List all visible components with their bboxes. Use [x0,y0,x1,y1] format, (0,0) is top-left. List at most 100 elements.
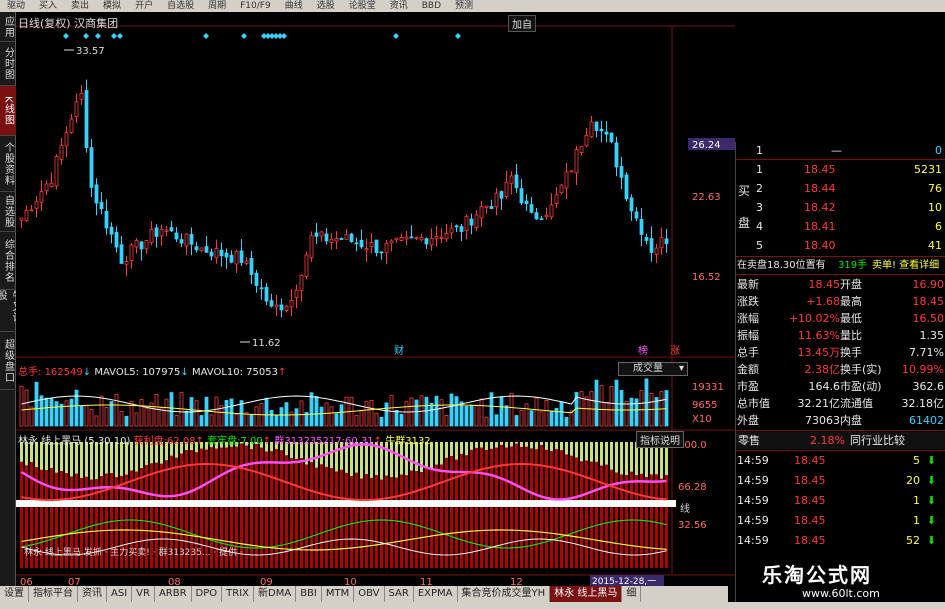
chevron-down-icon: ▾ [678,363,684,374]
buy-row-4[interactable]: 4 18.41 6 [736,218,945,235]
tick-time: 14:59 [737,514,769,527]
buy-level: 5 [756,239,763,252]
volume-indicator-select[interactable]: 成交量 ▾ [618,362,688,376]
buy-price: 18.41 [804,220,836,233]
stat-value-left: 32.21亿 [797,397,841,410]
group-label: 群313235217: [274,436,345,447]
buy-row-1[interactable]: 1 18.45 5231 [736,161,945,178]
indicator-tab-6[interactable]: DPO [192,586,223,602]
indicator-tab-3[interactable]: ASI [107,586,133,602]
indicator-help-button[interactable]: 指标说明 [636,431,684,448]
stat-label-right: 换手(实) [840,363,882,376]
locked-value: 7.00 [240,436,263,447]
low-price-label: 11.62 [252,338,281,349]
menu-item-5[interactable]: 自选股 [160,0,201,12]
menu-item-10[interactable]: 论股堂 [342,0,383,12]
sell-level: 1 [756,144,763,157]
indicator-tab-4[interactable]: VR [132,586,155,602]
indicator-name: 林永 线上黑马 [18,436,82,447]
indicator-tab-1[interactable]: 指标平台 [29,586,78,602]
stat-label-right: 流通值 [840,397,873,410]
sidebar-item-2[interactable]: K线图 [0,86,16,136]
buy-row-2[interactable]: 2 18.44 76 [736,180,945,197]
menu-item-6[interactable]: 周期 [201,0,233,12]
status-line [0,602,945,609]
add-to-watchlist-button[interactable]: 加自 [508,15,536,32]
tick-time: 14:59 [737,494,769,507]
alert-message[interactable]: 在卖盘18.30位置有 319手 卖单! 查看详细 [736,257,945,274]
indicator-tab-13[interactable]: EXPMA [414,586,458,602]
indicator-tab-2[interactable]: 资讯 [78,586,107,602]
buy-row-3[interactable]: 3 18.42 10 [736,199,945,216]
volume-total-value: 162549 [44,367,83,378]
menu-item-3[interactable]: 模拟 [96,0,128,12]
sidebar-item-5[interactable]: 综合排名 [0,232,16,290]
chart-title: 日线(复权) 汉商集团 [18,17,119,30]
indicator-side-label: 线 [680,502,690,515]
menu-item-1[interactable]: 买入 [32,0,64,12]
indicator-tab-0[interactable]: 设置 [0,586,29,602]
stat-value-left: 2.38亿 [804,363,841,376]
tab-retail[interactable]: 零售 [738,432,760,449]
kline-chart-area[interactable]: 33.57 11.62 26.24 22.63 16.52 财 榜 涨 19331 9655 X10… [16,12,736,586]
stat-value-left: 11.63% [798,329,840,342]
menu-item-8[interactable]: 曲线 [278,0,310,12]
buy-vol: 76 [928,182,942,195]
menu-item-9[interactable]: 选股 [310,0,342,12]
stat-label-left: 金额 [737,363,759,376]
volume-total-label: 总手: [18,367,42,378]
tick-vol: 5 [913,454,920,467]
stat-row-0: 最新 18.45 开盘 16.90 [736,276,945,293]
stat-label-right: 内盘 [840,414,862,427]
stat-label-left: 总手 [737,346,759,359]
date-label-2: 08 [168,577,181,586]
tick-price: 18.45 [794,514,826,527]
indicator-tab-5[interactable]: ARBR [155,586,192,602]
stat-value-right: 1.35 [919,329,945,342]
sell-price: — [831,144,842,157]
menu-item-13[interactable]: 预测 [448,0,480,12]
indicator-tab-11[interactable]: OBV [354,586,385,602]
stat-label-right: 开盘 [840,278,862,291]
price-tick-0: 26.24 [692,140,721,151]
sidebar-item-1[interactable]: 分时图 [0,42,16,86]
menu-item-2[interactable]: 卖出 [64,0,96,12]
indicator-tab-9[interactable]: BBI [296,586,322,602]
sidebar-item-7[interactable]: 超级盘口 [0,332,16,390]
stat-label-right: 最高 [840,295,862,308]
menu-item-0[interactable]: 驱动 [0,0,32,12]
buy-row-5[interactable]: 5 18.40 41 [736,237,945,254]
sidebar-item-6[interactable]: 牛叉诊股 [0,290,16,332]
alert-tail: 卖单! 查看详细 [872,260,940,271]
tick-row-1: 14:59 18.45 20 ⬇ [736,472,945,489]
buy-vol: 10 [928,201,942,214]
stat-label-left: 总市值 [737,397,770,410]
indicator-tab-10[interactable]: MTM [322,586,355,602]
buy-vol: 6 [935,220,942,233]
event-label-0: 财 [394,344,404,357]
sell-row-1[interactable]: 1 — 0 [736,142,945,159]
volume-info-line: 总手: 162549↓ MAVOL5: 107975↓ MAVOL10: 750… [18,367,287,378]
tab-industry-compare[interactable]: 同行业比较 [850,432,905,449]
tick-vol: 1 [913,494,920,507]
tick-vol: 20 [906,474,920,487]
indicator-tab-12[interactable]: SAR [385,586,414,602]
indicator-tab-16[interactable]: 细 [622,586,642,602]
menu-item-11[interactable]: 资讯 [383,0,415,12]
sidebar-item-0[interactable]: 应用 [0,12,16,42]
menu-item-4[interactable]: 开户 [128,0,160,12]
sidebar-item-4[interactable]: 自选股 [0,192,16,232]
indicator-tab-14[interactable]: 集合竞价成交量YH [458,586,551,602]
stat-value-left: 13.45万 [797,346,841,359]
sidebar-item-3[interactable]: 个股资料 [0,136,16,192]
indicator-tab-15[interactable]: 林永 线上黑马 [550,586,623,602]
indicator-tab-bar: 设置 指标平台 资讯 ASI VR ARBR DPO TRIX 新DMA BBI MTM OBV SAR… [0,586,728,602]
indicator-info-line: 林永 线上黑马 (5,30,10) 获利盘:62.08↑ 套牢盘:7.00↑ 群… [18,436,431,447]
stat-value-right: 16.50 [912,312,945,325]
indicator-tick-2: 32.56 [678,520,707,531]
stat-label-right: 最低 [840,312,862,325]
indicator-tab-7[interactable]: TRIX [222,586,255,602]
indicator-tab-8[interactable]: 新DMA [254,586,297,602]
menu-item-7[interactable]: F10/F9 [233,0,278,12]
menu-item-12[interactable]: BBD [415,0,448,12]
